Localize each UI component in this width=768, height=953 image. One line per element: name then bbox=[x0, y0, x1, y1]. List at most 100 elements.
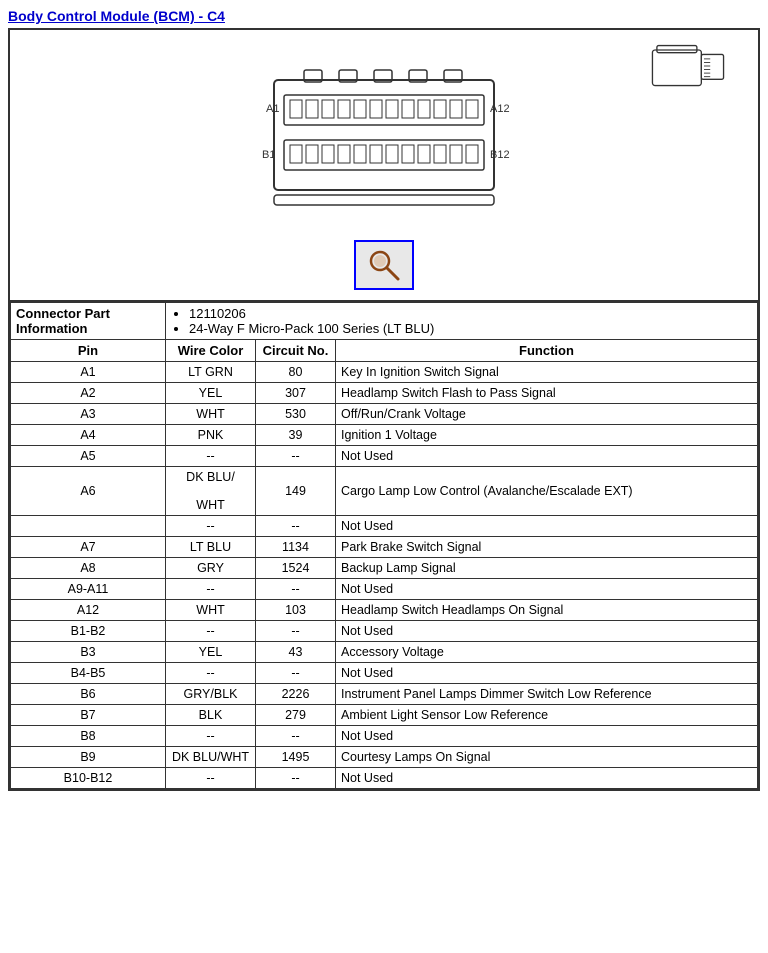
header-pin: Pin bbox=[11, 340, 166, 362]
table-row: A7LT BLU1134Park Brake Switch Signal bbox=[11, 537, 758, 558]
cell-circuit: -- bbox=[256, 621, 336, 642]
cell-pin: A8 bbox=[11, 558, 166, 579]
cell-pin: A9-A11 bbox=[11, 579, 166, 600]
part-number: 12110206 bbox=[189, 306, 752, 321]
cell-pin: B7 bbox=[11, 705, 166, 726]
part-description: 24-Way F Micro-Pack 100 Series (LT BLU) bbox=[189, 321, 752, 336]
header-function: Function bbox=[336, 340, 758, 362]
cell-pin: B9 bbox=[11, 747, 166, 768]
cell-pin: A12 bbox=[11, 600, 166, 621]
cell-function: Ignition 1 Voltage bbox=[336, 425, 758, 446]
cell-function: Not Used bbox=[336, 446, 758, 467]
cell-wire: GRY/BLK bbox=[166, 684, 256, 705]
cell-pin: A6 bbox=[11, 467, 166, 516]
cell-circuit: -- bbox=[256, 768, 336, 789]
cell-circuit: -- bbox=[256, 663, 336, 684]
header-circuit: Circuit No. bbox=[256, 340, 336, 362]
table-row: A6DK BLU/WHT149Cargo Lamp Low Control (A… bbox=[11, 467, 758, 516]
cell-wire: LT GRN bbox=[166, 362, 256, 383]
cell-wire: GRY bbox=[166, 558, 256, 579]
table-row: B7BLK279Ambient Light Sensor Low Referen… bbox=[11, 705, 758, 726]
cell-function: Instrument Panel Lamps Dimmer Switch Low… bbox=[336, 684, 758, 705]
cell-function: Headlamp Switch Flash to Pass Signal bbox=[336, 383, 758, 404]
cell-circuit: -- bbox=[256, 446, 336, 467]
cell-circuit: 1495 bbox=[256, 747, 336, 768]
header-wire: Wire Color bbox=[166, 340, 256, 362]
table-row: A5----Not Used bbox=[11, 446, 758, 467]
cell-circuit: 279 bbox=[256, 705, 336, 726]
iso-connector-icon bbox=[648, 40, 728, 100]
cell-wire: DK BLU/WHT bbox=[166, 747, 256, 768]
cell-wire: -- bbox=[166, 516, 256, 537]
cell-wire: YEL bbox=[166, 383, 256, 404]
diagram-section: A1 A12 B1 B12 bbox=[10, 30, 758, 302]
svg-text:B12: B12 bbox=[490, 149, 510, 161]
table-row: A12WHT103Headlamp Switch Headlamps On Si… bbox=[11, 600, 758, 621]
table-row: A8GRY1524Backup Lamp Signal bbox=[11, 558, 758, 579]
cell-function: Ambient Light Sensor Low Reference bbox=[336, 705, 758, 726]
table-row: B9DK BLU/WHT1495Courtesy Lamps On Signal bbox=[11, 747, 758, 768]
cell-pin: B6 bbox=[11, 684, 166, 705]
cell-wire: -- bbox=[166, 726, 256, 747]
cell-circuit: 103 bbox=[256, 600, 336, 621]
cell-circuit: 307 bbox=[256, 383, 336, 404]
cell-pin: A3 bbox=[11, 404, 166, 425]
cell-pin: A2 bbox=[11, 383, 166, 404]
cell-circuit: 149 bbox=[256, 467, 336, 516]
cell-wire: WHT bbox=[166, 404, 256, 425]
cell-circuit: 530 bbox=[256, 404, 336, 425]
cell-pin: A7 bbox=[11, 537, 166, 558]
cell-function: Not Used bbox=[336, 663, 758, 684]
cell-function: Cargo Lamp Low Control (Avalanche/Escala… bbox=[336, 467, 758, 516]
table-row: B4-B5----Not Used bbox=[11, 663, 758, 684]
cell-wire: DK BLU/WHT bbox=[166, 467, 256, 516]
cell-pin: A4 bbox=[11, 425, 166, 446]
cell-function: Not Used bbox=[336, 579, 758, 600]
cell-function: Park Brake Switch Signal bbox=[336, 537, 758, 558]
magnify-icon[interactable] bbox=[354, 240, 414, 290]
cell-pin: B4-B5 bbox=[11, 663, 166, 684]
cell-function: Off/Run/Crank Voltage bbox=[336, 404, 758, 425]
cell-function: Not Used bbox=[336, 621, 758, 642]
table-row: B6GRY/BLK2226Instrument Panel Lamps Dimm… bbox=[11, 684, 758, 705]
cell-function: Headlamp Switch Headlamps On Signal bbox=[336, 600, 758, 621]
cell-pin: B10-B12 bbox=[11, 768, 166, 789]
cell-wire: -- bbox=[166, 579, 256, 600]
cell-wire: -- bbox=[166, 768, 256, 789]
cell-pin: A1 bbox=[11, 362, 166, 383]
svg-text:A12: A12 bbox=[490, 103, 510, 115]
table-header-row: Pin Wire Color Circuit No. Function bbox=[11, 340, 758, 362]
connector-table: Connector Part Information 12110206 24-W… bbox=[10, 302, 758, 789]
cell-circuit: 2226 bbox=[256, 684, 336, 705]
cell-function: Not Used bbox=[336, 768, 758, 789]
cell-pin bbox=[11, 516, 166, 537]
cell-function: Accessory Voltage bbox=[336, 642, 758, 663]
cell-wire: LT BLU bbox=[166, 537, 256, 558]
cell-circuit: 1134 bbox=[256, 537, 336, 558]
cell-function: Not Used bbox=[336, 726, 758, 747]
table-row: A3WHT530Off/Run/Crank Voltage bbox=[11, 404, 758, 425]
cell-function: Courtesy Lamps On Signal bbox=[336, 747, 758, 768]
cell-pin: A5 bbox=[11, 446, 166, 467]
cell-circuit: 43 bbox=[256, 642, 336, 663]
cell-function: Backup Lamp Signal bbox=[336, 558, 758, 579]
table-row: ----Not Used bbox=[11, 516, 758, 537]
table-row: B10-B12----Not Used bbox=[11, 768, 758, 789]
table-row: A1LT GRN80Key In Ignition Switch Signal bbox=[11, 362, 758, 383]
table-row: A2YEL307Headlamp Switch Flash to Pass Si… bbox=[11, 383, 758, 404]
cell-wire: YEL bbox=[166, 642, 256, 663]
cell-wire: -- bbox=[166, 446, 256, 467]
cell-function: Not Used bbox=[336, 516, 758, 537]
cell-wire: PNK bbox=[166, 425, 256, 446]
connector-diagram: A1 A12 B1 B12 bbox=[194, 50, 574, 230]
cell-pin: B1-B2 bbox=[11, 621, 166, 642]
table-row: B8----Not Used bbox=[11, 726, 758, 747]
cell-circuit: 80 bbox=[256, 362, 336, 383]
cell-circuit: -- bbox=[256, 516, 336, 537]
connector-info-row: Connector Part Information 12110206 24-W… bbox=[11, 303, 758, 340]
table-row: A4PNK39Ignition 1 Voltage bbox=[11, 425, 758, 446]
cell-circuit: 1524 bbox=[256, 558, 336, 579]
cell-pin: B3 bbox=[11, 642, 166, 663]
connector-info-data: 12110206 24-Way F Micro-Pack 100 Series … bbox=[166, 303, 758, 340]
cell-circuit: -- bbox=[256, 726, 336, 747]
